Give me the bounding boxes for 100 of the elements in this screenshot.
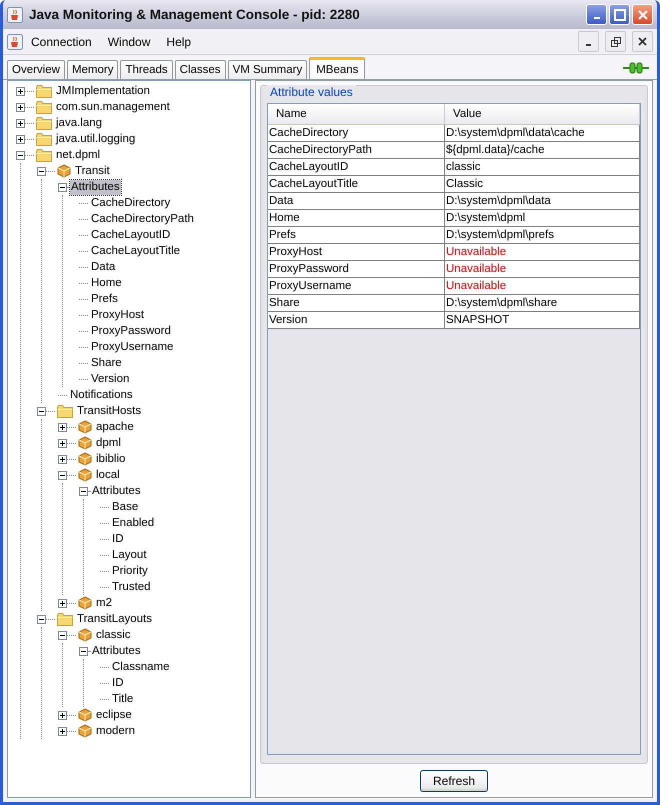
tree-node[interactable]: Classname	[111, 660, 171, 674]
collapse-toggle[interactable]	[58, 470, 67, 480]
coffee-cup-icon	[7, 34, 23, 50]
tree-node[interactable]: Title	[111, 692, 134, 706]
table-cell: Unavailable	[445, 244, 640, 260]
tree-node[interactable]: net.dpml	[55, 148, 102, 162]
tree-node[interactable]: Trusted	[111, 580, 152, 594]
table-cell: classic	[445, 159, 640, 175]
tree-node[interactable]: Home	[90, 276, 123, 290]
tree-node[interactable]: Prefs	[90, 292, 119, 306]
tree-node[interactable]: CacheLayoutTitle	[90, 244, 182, 258]
tab[interactable]: MBeans	[309, 57, 366, 79]
tree-node[interactable]: JMImplementation	[55, 84, 151, 98]
tree-node[interactable]: Share	[90, 356, 123, 370]
tree-node[interactable]: CacheDirectoryPath	[90, 212, 195, 226]
bean-icon	[78, 628, 92, 642]
tree-node[interactable]: ProxyPassword	[90, 324, 172, 338]
expand-toggle[interactable]	[58, 454, 67, 464]
collapse-toggle[interactable]	[58, 630, 67, 640]
collapse-toggle[interactable]	[37, 406, 46, 416]
expand-toggle[interactable]	[16, 134, 25, 144]
tree-node[interactable]: com.sun.management	[55, 100, 171, 114]
collapse-toggle[interactable]	[37, 614, 46, 624]
tab[interactable]: Overview	[7, 60, 65, 79]
expand-toggle[interactable]	[16, 86, 25, 96]
menu-item[interactable]: Window	[100, 34, 158, 48]
tree-node[interactable]: eclipse	[95, 708, 133, 722]
tree-node[interactable]: TransitLayouts	[76, 612, 153, 626]
table-cell: D:\system\dpml	[445, 210, 640, 226]
tab[interactable]: Classes	[174, 60, 226, 79]
menu-item[interactable]: Help	[158, 34, 200, 48]
table-cell: Data	[268, 193, 445, 209]
table-cell: Prefs	[268, 227, 445, 243]
restore-button[interactable]	[605, 31, 626, 52]
expand-toggle[interactable]	[58, 438, 67, 448]
folder-icon	[36, 148, 52, 162]
tree-node[interactable]: Base	[111, 500, 140, 514]
expand-toggle[interactable]	[58, 710, 67, 720]
menu-item[interactable]: Connection	[23, 34, 100, 48]
table-cell: D:\system\dpml\data\cache	[445, 125, 640, 141]
collapse-toggle[interactable]	[16, 150, 25, 160]
folder-icon	[57, 404, 73, 418]
collapse-toggle[interactable]	[79, 486, 88, 496]
tree-node[interactable]: Attributes	[70, 180, 121, 194]
tree-node[interactable]: modern	[95, 724, 136, 738]
connection-plug-icon	[623, 61, 649, 75]
tree-node[interactable]: Notifications	[69, 388, 134, 402]
tree-node[interactable]: Priority	[111, 564, 149, 578]
tree-node[interactable]: java.util.logging	[55, 132, 136, 146]
folder-icon	[36, 132, 52, 146]
collapse-toggle[interactable]	[58, 182, 67, 192]
tree-node[interactable]: CacheLayoutID	[90, 228, 172, 242]
tree-node[interactable]: ID	[111, 532, 124, 546]
tree-node[interactable]: local	[95, 468, 121, 482]
maximize-icon	[614, 8, 626, 20]
refresh-button[interactable]: Refresh	[420, 770, 488, 792]
tree-node[interactable]: classic	[95, 628, 132, 642]
tab[interactable]: Threads	[120, 60, 173, 79]
collapse-toggle[interactable]	[37, 166, 46, 176]
expand-toggle[interactable]	[58, 598, 67, 608]
table-cell: CacheDirectory	[268, 125, 445, 141]
column-header[interactable]: Name	[268, 104, 445, 124]
bean-icon	[57, 164, 71, 178]
tree-node[interactable]: java.lang	[55, 116, 104, 130]
tree-node[interactable]: CacheDirectory	[90, 196, 172, 210]
minimize-button[interactable]	[578, 31, 599, 52]
tree-node[interactable]: Layout	[111, 548, 148, 562]
table-cell: CacheLayoutTitle	[268, 176, 445, 192]
close-button[interactable]	[632, 31, 653, 52]
table-cell: Unavailable	[445, 261, 640, 277]
tree-node[interactable]: apache	[95, 420, 135, 434]
panel-title: Attribute values	[267, 85, 356, 99]
tab[interactable]: Memory	[66, 60, 118, 79]
table-cell: ProxyPassword	[268, 261, 445, 277]
tree-node[interactable]: Transit	[74, 164, 111, 178]
table-cell: D:\system\dpml\prefs	[445, 227, 640, 243]
tree-node[interactable]: TransitHosts	[76, 404, 142, 418]
folder-icon	[36, 116, 52, 130]
bean-icon	[78, 708, 92, 722]
tree-node[interactable]: Enabled	[111, 516, 156, 530]
column-header[interactable]: Value	[445, 104, 640, 124]
maximize-button[interactable]	[609, 4, 630, 25]
expand-toggle[interactable]	[58, 422, 67, 432]
tree-node[interactable]: ibiblio	[95, 452, 126, 466]
tree-node[interactable]: dpml	[95, 436, 122, 450]
tree-node[interactable]: m2	[95, 596, 113, 610]
bean-icon	[78, 420, 92, 434]
expand-toggle[interactable]	[58, 726, 67, 736]
tree-node[interactable]: ID	[111, 676, 124, 690]
tree-node[interactable]: Attributes	[91, 644, 142, 658]
collapse-toggle[interactable]	[79, 646, 88, 656]
tab[interactable]: VM Summary	[228, 60, 308, 79]
folder-icon	[36, 84, 52, 98]
expand-toggle[interactable]	[16, 102, 25, 112]
tree-node[interactable]: Version	[90, 372, 130, 386]
tree-node[interactable]: Attributes	[91, 484, 142, 498]
tree-node[interactable]: Data	[90, 260, 116, 274]
expand-toggle[interactable]	[16, 118, 25, 128]
tree-node[interactable]: ProxyUsername	[90, 340, 174, 354]
tree-node[interactable]: ProxyHost	[90, 308, 146, 322]
